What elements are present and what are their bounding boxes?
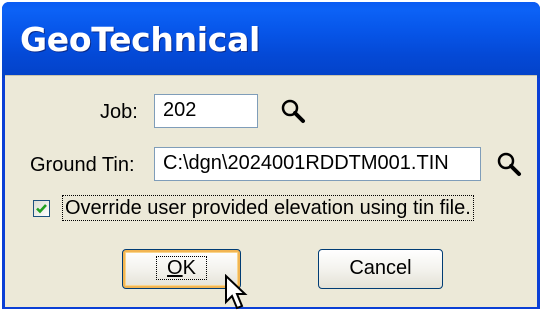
mouse-pointer-icon (225, 274, 248, 310)
window-title: GeoTechnical (20, 20, 261, 59)
dialog-body: Job: 202 Ground Tin: C:\dgn\2024001RDDTM… (5, 75, 537, 307)
title-bar[interactable]: GeoTechnical (2, 2, 540, 78)
ground-tin-input[interactable]: C:\dgn\2024001RDDTM001.TIN (154, 147, 481, 181)
job-input[interactable]: 202 (154, 94, 258, 128)
job-browse-magnifier-icon[interactable] (279, 97, 307, 125)
checkmark-icon (36, 204, 47, 214)
override-checkbox-label[interactable]: Override user provided elevation using t… (62, 195, 474, 221)
cancel-button[interactable]: Cancel (318, 249, 443, 289)
ok-accelerator: O (167, 257, 183, 279)
dialog-window: GeoTechnical Job: 202 Ground Tin: C:\dgn… (2, 2, 540, 309)
ok-button-label: OK (156, 256, 207, 280)
override-checkbox[interactable] (33, 200, 50, 217)
ground-tin-label: Ground Tin: (30, 154, 135, 176)
job-label: Job: (100, 101, 138, 123)
ground-tin-browse-magnifier-icon[interactable] (495, 150, 523, 178)
ok-label-rest: K (182, 257, 196, 279)
